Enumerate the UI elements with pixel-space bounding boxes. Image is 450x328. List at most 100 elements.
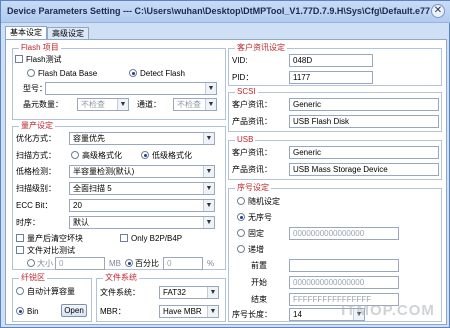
fixed-serial-label: 固定 (248, 229, 264, 238)
start-input[interactable]: 0000000000000000 (289, 276, 399, 289)
low-check-label: 低格检测： (16, 167, 56, 176)
vid-label: VID: (232, 56, 248, 65)
pid-label: PID： (232, 73, 254, 82)
scsi-group-title: SCSI (235, 87, 258, 97)
optimize-label: 优化方式： (16, 134, 56, 143)
file-system-group-title: 文件系统 (103, 273, 139, 283)
channel-select[interactable]: 不检查 ▼ (173, 98, 217, 111)
low-check-value: 半容量检测(默认) (73, 167, 135, 176)
file-system-label: 文件系统： (100, 288, 140, 297)
tab-advanced-settings[interactable]: 高级设定 (47, 27, 89, 39)
only-b2p-checkbox[interactable] (120, 234, 128, 242)
scsi-product-input[interactable]: USB Flash Disk (289, 115, 439, 128)
wafer-count-select[interactable]: 不检查 ▼ (77, 98, 129, 111)
mass-production-group: 量产设定 优化方式： 容量优先 ▼ 扫描方式： 高级格式化 低级格式化 低格检测… (12, 121, 226, 270)
scsi-vendor-label: 客户资讯： (232, 100, 272, 109)
chevron-down-icon: ▼ (207, 306, 218, 317)
file-system-value: FAT32 (163, 288, 186, 297)
increment-serial-label: 递增 (248, 245, 264, 254)
usb-vendor-input[interactable]: Generic (289, 146, 439, 159)
scsi-group: SCSI 客户资讯： Generic 产品资讯： USB Flash Disk (228, 87, 442, 132)
title-bar[interactable]: Device Parameters Setting --- C:\Users\w… (1, 1, 450, 23)
close-icon[interactable]: ✕ (431, 4, 445, 18)
device-parameters-window: Device Parameters Setting --- C:\Users\w… (0, 0, 450, 328)
auto-capacity-label: 自动计算容量 (27, 287, 75, 296)
firmware-group: 纤锐区 自动计算容量 Bin Open (12, 273, 92, 322)
only-b2p-label: Only B2P/B4P (131, 234, 183, 243)
ecc-bit-select[interactable]: 20 ▼ (69, 199, 215, 212)
low-format-label: 低级格式化 (152, 151, 192, 160)
serial-length-label: 序号长度： (232, 310, 272, 319)
flash-test-checkbox[interactable] (15, 55, 23, 63)
fixed-serial-input[interactable]: 0000000000000000 (289, 227, 399, 240)
channel-value: 不检查 (177, 100, 201, 109)
percent-label: 百分比 (135, 259, 159, 268)
bin-label: Bin (27, 307, 39, 316)
clear-bad-blocks-label: 量产后清空坏块 (27, 234, 83, 243)
size-radio[interactable] (27, 259, 35, 267)
chevron-down-icon: ▼ (203, 133, 214, 144)
start-label: 开始 (251, 278, 267, 287)
model-select[interactable]: ▼ (45, 82, 217, 95)
percent-radio[interactable] (125, 259, 133, 267)
optimize-select[interactable]: 容量优先 ▼ (69, 132, 215, 145)
flash-group: Flash 项目 Flash测试 Flash Data Base Detect … (12, 43, 226, 120)
percent-input[interactable]: 0 (163, 257, 203, 270)
usb-product-input[interactable]: USB Mass Storage Device (289, 163, 439, 176)
scan-level-value: 全面扫描 5 (73, 184, 112, 193)
window-title: Device Parameters Setting --- C:\Users\w… (7, 6, 430, 16)
high-format-radio[interactable] (71, 151, 79, 159)
increment-serial-radio[interactable] (237, 245, 245, 253)
file-system-group: 文件系统 文件系统： FAT32 ▼ MBR： Have MBR ▼ (96, 273, 226, 322)
clear-bad-blocks-checkbox[interactable] (16, 234, 24, 242)
chevron-down-icon: ▼ (207, 287, 218, 298)
chevron-down-icon: ▼ (205, 83, 216, 94)
scsi-vendor-input[interactable]: Generic (289, 98, 439, 111)
timing-label: 时序： (16, 218, 40, 227)
serial-length-value: 14 (293, 310, 302, 319)
file-compare-checkbox[interactable] (16, 246, 24, 254)
ecc-bit-value: 20 (73, 201, 82, 210)
customer-info-group: 客户资讯设定 VID: 048D PID： 1177 (228, 43, 442, 86)
no-serial-label: 无序号 (248, 213, 272, 222)
flash-group-title: Flash 项目 (19, 43, 61, 53)
wafer-count-value: 不检查 (81, 100, 105, 109)
size-input[interactable]: 0 (55, 257, 105, 270)
mb-unit-label: MB (109, 259, 121, 268)
tab-basic-settings[interactable]: 基本设定 (5, 26, 47, 39)
flash-database-label: Flash Data Base (38, 69, 98, 78)
high-format-label: 高级格式化 (82, 151, 122, 160)
ecc-bit-label: ECC Bit： (16, 201, 53, 210)
channel-label: 通道： (137, 100, 161, 109)
size-label: 大小 (37, 259, 53, 268)
low-format-radio[interactable] (141, 151, 149, 159)
flash-test-label: Flash测试 (26, 55, 62, 64)
detect-flash-radio[interactable] (129, 69, 137, 77)
wafer-count-label: 晶元数量： (23, 100, 63, 109)
timing-select[interactable]: 默认 ▼ (69, 216, 215, 229)
scan-level-select[interactable]: 全面扫描 5 ▼ (69, 182, 215, 195)
bin-radio[interactable] (16, 307, 24, 315)
auto-capacity-radio[interactable] (16, 287, 24, 295)
scan-mode-label: 扫描方式： (16, 151, 56, 160)
scan-level-label: 扫描级别： (16, 184, 56, 193)
settings-panel: Flash 项目 Flash测试 Flash Data Base Detect … (5, 39, 447, 325)
fixed-serial-radio[interactable] (237, 229, 245, 237)
mbr-select[interactable]: Have MBR ▼ (159, 305, 219, 318)
chevron-down-icon: ▼ (203, 200, 214, 211)
end-label: 结束 (251, 295, 267, 304)
chevron-down-icon: ▼ (117, 99, 128, 110)
customer-info-title: 客户资讯设定 (235, 43, 287, 53)
file-system-select[interactable]: FAT32 ▼ (159, 286, 219, 299)
flash-database-radio[interactable] (27, 69, 35, 77)
open-button[interactable]: Open (61, 304, 87, 317)
prefix-input[interactable] (289, 259, 399, 272)
pid-input[interactable]: 1177 (289, 71, 373, 84)
low-check-select[interactable]: 半容量检测(默认) ▼ (69, 165, 215, 178)
firmware-group-title: 纤锐区 (19, 273, 47, 283)
vid-input[interactable]: 048D (289, 54, 373, 67)
no-serial-radio[interactable] (237, 213, 245, 221)
model-label: 型号： (23, 84, 47, 93)
chevron-down-icon: ▼ (203, 166, 214, 177)
random-serial-radio[interactable] (237, 197, 245, 205)
